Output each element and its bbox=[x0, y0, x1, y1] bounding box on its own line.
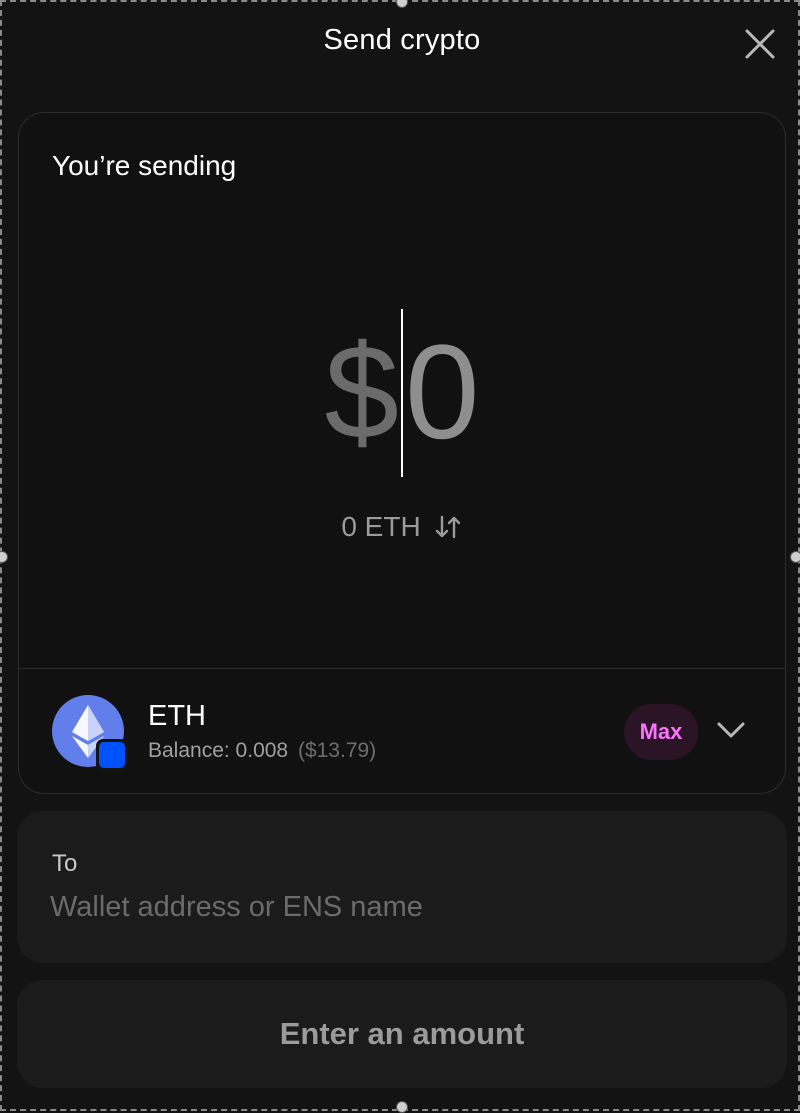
dialog-header: Send crypto bbox=[2, 2, 800, 88]
ethereum-icon bbox=[52, 695, 128, 771]
max-button[interactable]: Max bbox=[624, 704, 698, 760]
token-logo bbox=[52, 695, 128, 771]
token-equivalent: 0 ETH bbox=[341, 511, 421, 542]
swap-arrows-icon bbox=[435, 515, 460, 539]
send-crypto-dialog: Send crypto You’re sending $ 0 0 ETH ETH… bbox=[0, 0, 800, 1113]
resize-handle-bottom[interactable] bbox=[396, 1101, 408, 1113]
currency-toggle-button[interactable]: 0 ETH bbox=[19, 511, 785, 543]
enter-amount-button[interactable]: Enter an amount bbox=[17, 980, 787, 1088]
resize-handle-right[interactable] bbox=[790, 551, 800, 563]
currency-symbol: $ bbox=[324, 318, 399, 467]
amount-input[interactable]: $ 0 bbox=[19, 309, 785, 477]
balance-usd: ($13.79) bbox=[297, 739, 377, 762]
send-amount-card: You’re sending $ 0 0 ETH ETH Balance: 0.… bbox=[18, 112, 786, 794]
token-dropdown-button[interactable] bbox=[715, 714, 747, 746]
text-caret bbox=[401, 309, 403, 477]
chevron-down-icon bbox=[717, 722, 745, 738]
amount-value: 0 bbox=[405, 318, 480, 467]
recipient-field: To bbox=[17, 811, 787, 963]
recipient-label: To bbox=[52, 850, 78, 877]
network-badge-icon bbox=[96, 739, 128, 771]
recipient-address-input[interactable] bbox=[50, 887, 750, 927]
close-icon bbox=[745, 29, 775, 59]
token-symbol: ETH bbox=[148, 700, 206, 732]
sending-label: You’re sending bbox=[52, 150, 237, 181]
close-button[interactable] bbox=[742, 26, 778, 62]
balance-amount: Balance: 0.008 bbox=[148, 739, 289, 762]
dialog-title: Send crypto bbox=[323, 24, 481, 56]
resize-handle-left[interactable] bbox=[0, 551, 8, 563]
token-balance: Balance: 0.008 ($13.79) bbox=[148, 739, 376, 763]
token-selector[interactable]: ETH Balance: 0.008 ($13.79) Max bbox=[19, 669, 785, 793]
